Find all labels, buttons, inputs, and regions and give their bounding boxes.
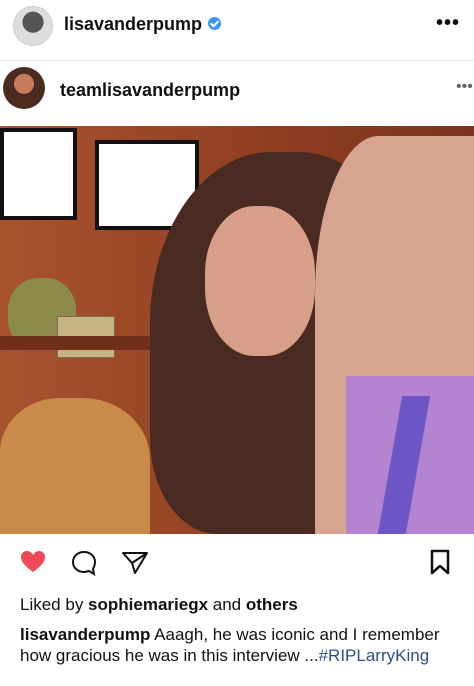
divider [0, 60, 474, 61]
post-header: lisavanderpump ••• [0, 0, 474, 52]
post-image[interactable] [0, 126, 474, 534]
more-options-icon[interactable]: ••• [436, 12, 460, 35]
heart-icon[interactable] [20, 550, 46, 574]
more-options-icon[interactable]: ••• [456, 78, 473, 96]
repost-header: teamlisavanderpump ••• [0, 62, 474, 122]
likes-line: Liked by sophiemariegx and others [20, 595, 298, 615]
likes-joiner: and [208, 595, 246, 614]
avatar[interactable] [3, 67, 45, 109]
bookmark-icon[interactable] [428, 548, 452, 576]
caption: lisavanderpump Aaagh, he was iconic and … [20, 624, 440, 666]
liker-username[interactable]: sophiemariegx [88, 595, 208, 614]
username[interactable]: lisavanderpump [64, 14, 202, 35]
avatar[interactable] [13, 6, 53, 46]
photo-frame [0, 128, 77, 220]
verified-badge-icon [208, 17, 221, 30]
action-bar [0, 534, 474, 592]
likes-prefix: Liked by [20, 595, 89, 614]
face [205, 206, 315, 356]
share-icon[interactable] [120, 549, 150, 577]
hashtag-link[interactable]: #RIPLarryKing [319, 646, 430, 665]
comment-icon[interactable] [70, 549, 98, 577]
caption-username[interactable]: lisavanderpump [20, 625, 150, 644]
repost-username[interactable]: teamlisavanderpump [60, 80, 240, 101]
dog-figure [0, 398, 150, 534]
likes-others[interactable]: others [246, 595, 298, 614]
